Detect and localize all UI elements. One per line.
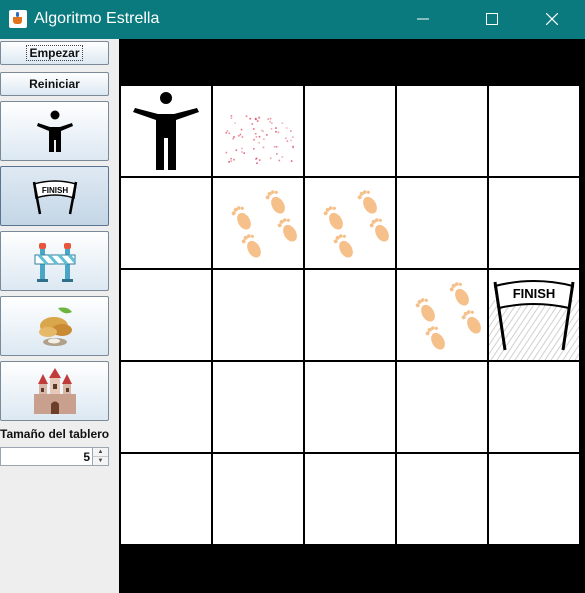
tool-castle-button[interactable] — [0, 361, 109, 421]
board-cell[interactable] — [305, 86, 395, 176]
footprints-icon — [415, 282, 481, 350]
board-size-label: Tamaño del tablero — [0, 427, 110, 441]
close-button[interactable] — [529, 0, 575, 39]
title-bar: Algoritmo Estrella — [0, 0, 585, 39]
tool-person-button[interactable] — [0, 101, 109, 161]
castle-icon — [33, 368, 76, 414]
java-app-icon — [9, 10, 27, 28]
board-cell[interactable] — [213, 270, 303, 360]
finish-sign-text: FINISH — [513, 286, 556, 301]
footprints-icon — [231, 190, 297, 258]
board-cell[interactable] — [213, 454, 303, 544]
board-cell[interactable] — [121, 178, 211, 268]
tool-food-button[interactable] — [0, 296, 109, 356]
board-cell[interactable] — [213, 362, 303, 452]
tool-barrier-button[interactable] — [0, 231, 109, 291]
board-cell[interactable] — [397, 454, 487, 544]
board-cell[interactable] — [489, 86, 579, 176]
close-icon — [546, 13, 558, 25]
footprints-icon — [323, 190, 389, 258]
explored-noise-icon — [225, 115, 294, 164]
board-cell[interactable] — [489, 454, 579, 544]
finish-icon: FINISH — [489, 280, 579, 360]
board-cell[interactable] — [121, 270, 211, 360]
board-cell[interactable] — [305, 454, 395, 544]
spinner-up-arrow-icon[interactable]: ▲ — [92, 448, 108, 457]
board-cell[interactable] — [213, 178, 303, 268]
reset-button[interactable]: Reiniciar — [0, 72, 109, 96]
reset-button-label: Reiniciar — [29, 77, 80, 91]
board-cell[interactable] — [305, 270, 395, 360]
board-cell[interactable] — [121, 362, 211, 452]
start-button[interactable]: Empezar — [0, 41, 109, 65]
board-cell[interactable]: FINISH — [489, 270, 579, 360]
board-cell[interactable] — [121, 454, 211, 544]
board-cell[interactable] — [397, 86, 487, 176]
board-cell[interactable] — [397, 270, 487, 360]
board-cell[interactable] — [489, 178, 579, 268]
tool-finish-button[interactable]: FINISH — [0, 166, 109, 226]
board-cell[interactable] — [397, 362, 487, 452]
board-cell[interactable] — [213, 86, 303, 176]
maximize-button[interactable] — [469, 0, 515, 39]
board-grid: FINISH — [119, 84, 581, 546]
barrier-icon — [34, 243, 76, 282]
board-cell[interactable] — [305, 362, 395, 452]
sidebar: Empezar Reiniciar FINISH Tamaño del tabl… — [0, 39, 119, 593]
minimize-icon — [417, 18, 429, 20]
minimize-button[interactable] — [400, 0, 446, 39]
board-cell[interactable] — [305, 178, 395, 268]
board-cell[interactable] — [121, 86, 211, 176]
maximize-icon — [486, 13, 498, 25]
board-area: FINISH — [119, 39, 585, 593]
board-size-spinner[interactable]: 5 ▲ ▼ — [0, 447, 109, 466]
spinner-down-arrow-icon[interactable]: ▼ — [92, 457, 108, 465]
person-icon — [133, 92, 199, 170]
board-size-value[interactable]: 5 — [83, 450, 90, 464]
finish-sign-text: FINISH — [41, 186, 67, 195]
board-cell[interactable] — [397, 178, 487, 268]
window-title: Algoritmo Estrella — [34, 10, 160, 27]
food-icon — [38, 307, 72, 346]
finish-icon: FINISH — [32, 180, 77, 215]
start-button-label: Empezar — [26, 45, 83, 61]
board-cell[interactable] — [489, 362, 579, 452]
person-icon — [36, 110, 73, 152]
